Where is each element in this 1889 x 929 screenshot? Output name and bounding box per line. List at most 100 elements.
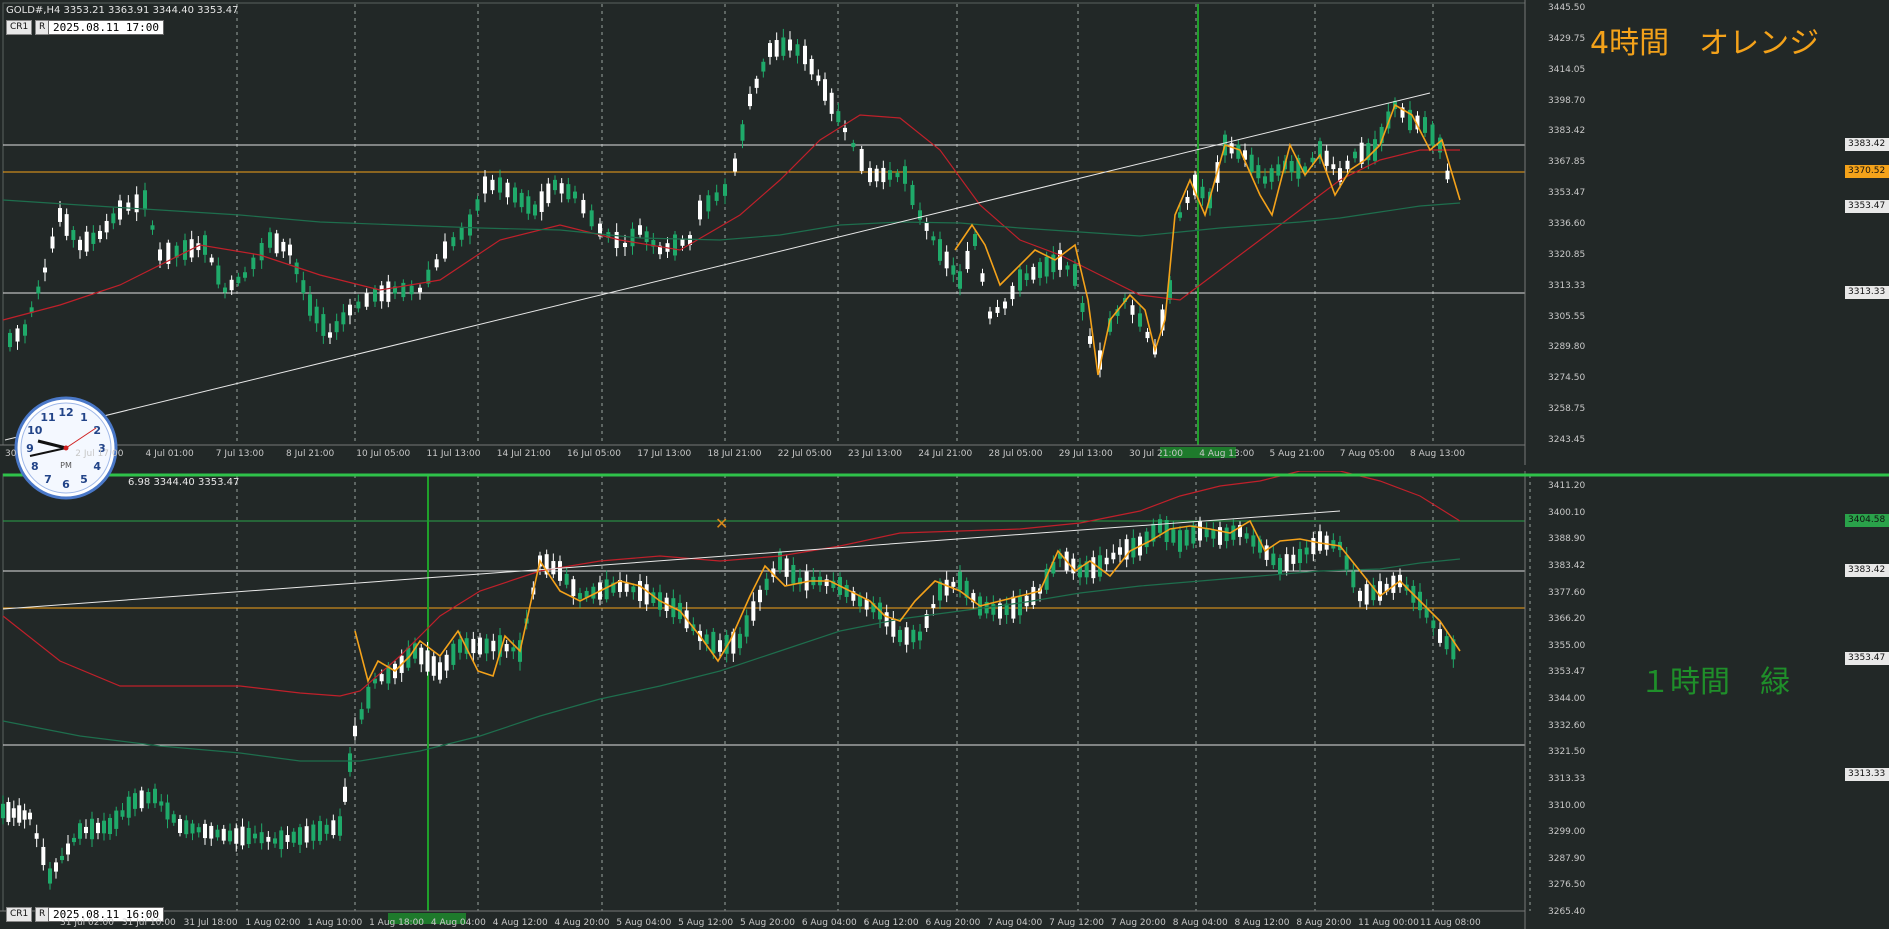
- candle-body: [23, 324, 27, 336]
- candle-body: [98, 230, 102, 240]
- candle-body: [165, 802, 170, 820]
- candle-body: [50, 236, 55, 249]
- candle-body: [478, 637, 482, 655]
- time-tick-label: 10 Jul 05:00: [356, 449, 411, 459]
- time-tick-label: 8 Aug 04:00: [1172, 918, 1228, 928]
- candle-body: [1198, 521, 1202, 541]
- candle-body: [931, 603, 936, 609]
- price-tick-label: 3320.85: [1548, 249, 1586, 260]
- candle-body: [533, 204, 537, 216]
- candle-body: [379, 285, 384, 302]
- candle-body: [1171, 529, 1176, 543]
- price-tick-label: 3367.85: [1548, 157, 1586, 168]
- price-tick-label: 3336.60: [1548, 219, 1586, 229]
- price-tick-label: 3388.90: [1548, 534, 1586, 545]
- candle-body: [291, 831, 296, 843]
- candle-body: [425, 650, 430, 672]
- candle-body: [1058, 250, 1062, 270]
- price-tag-high-1h: 3383.42: [1845, 564, 1889, 577]
- candle-body: [43, 267, 47, 273]
- candle-body: [338, 816, 342, 836]
- candle-body: [146, 792, 151, 804]
- price-tick-label: 3414.05: [1548, 64, 1586, 75]
- candle-body: [251, 257, 256, 270]
- cr1-button-4h[interactable]: CR1: [6, 20, 33, 35]
- candle-body: [788, 39, 792, 51]
- candle-body: [1080, 302, 1085, 313]
- candle-body: [60, 855, 64, 861]
- candle-body: [1024, 273, 1029, 280]
- candle-body: [706, 195, 711, 212]
- candle-body: [84, 826, 88, 834]
- candle-body: [761, 61, 766, 72]
- candle-body: [102, 820, 106, 834]
- candle-body: [1444, 636, 1449, 650]
- candle-body: [924, 222, 929, 231]
- price-tick-label: 3332.60: [1548, 720, 1586, 731]
- candle-body: [751, 601, 756, 621]
- candle-body: [1031, 586, 1036, 606]
- candle-body: [419, 647, 424, 665]
- candle-body: [748, 93, 752, 107]
- candle-body: [526, 196, 531, 214]
- price-tick-label: 3274.50: [1548, 373, 1586, 384]
- candle-body: [1331, 164, 1336, 170]
- candle-body: [809, 58, 814, 75]
- clock-number: 8: [31, 460, 39, 473]
- price-tick-label: 3299.00: [1548, 827, 1586, 838]
- candle-body: [758, 589, 762, 603]
- candle-body: [995, 307, 1000, 313]
- time-tick-label: 17 Jul 13:00: [637, 449, 692, 459]
- candle-body: [498, 177, 502, 193]
- candle-body: [1344, 555, 1349, 570]
- candle-body: [471, 638, 476, 654]
- candle-body: [638, 225, 642, 235]
- time-tick-label: 1 Aug 02:00: [245, 918, 301, 928]
- candle-body: [944, 579, 949, 596]
- candle-body: [324, 824, 329, 834]
- clock-widget[interactable]: 12 1234567891011PM: [14, 396, 118, 500]
- candle-body: [638, 581, 642, 601]
- chart-4h-panel[interactable]: [0, 0, 1889, 465]
- candle-body: [171, 814, 176, 823]
- price-tick-label: 3313.33: [1548, 773, 1586, 784]
- candle-body: [680, 239, 685, 246]
- candle-body: [11, 808, 16, 818]
- candle-body: [784, 558, 789, 577]
- candle-body: [379, 674, 384, 682]
- candle-body: [22, 810, 27, 820]
- time-tick-label: 2 Jul 17:00: [75, 449, 124, 459]
- candle-body: [1445, 170, 1450, 180]
- candle-body: [836, 111, 841, 123]
- candle-body: [311, 824, 316, 841]
- candle-body: [111, 213, 116, 224]
- candle-body: [1251, 535, 1256, 547]
- candle-body: [891, 618, 896, 637]
- time-tick-label: 16 Jul 05:00: [567, 449, 621, 459]
- candle-body: [1065, 265, 1070, 270]
- candle-body: [868, 167, 872, 183]
- candle-body: [1, 803, 5, 819]
- candle-body: [511, 647, 516, 652]
- cr1-button-1h[interactable]: CR1: [6, 907, 33, 922]
- candle-body: [266, 836, 271, 842]
- price-tick-label: 3400.10: [1548, 507, 1586, 518]
- candle-body: [301, 280, 306, 294]
- candle-body: [558, 561, 562, 581]
- candle-body: [1324, 535, 1329, 550]
- symbol-info-1h: 6.98 3344.40 3353.47: [128, 477, 240, 488]
- clock-number: 9: [26, 442, 34, 455]
- candle-body: [1431, 620, 1436, 629]
- candle-body: [1318, 531, 1322, 551]
- candle-body: [740, 124, 745, 141]
- candle-body: [54, 862, 58, 872]
- time-tick-label: 22 Jul 05:00: [777, 449, 832, 459]
- candle-body: [268, 232, 272, 248]
- chart-1h-panel[interactable]: ✕: [0, 471, 1889, 929]
- candle-body: [1304, 547, 1309, 555]
- clock-number: 2: [93, 424, 101, 437]
- candle-body: [951, 581, 956, 587]
- candle-body: [259, 243, 264, 261]
- candle-body: [134, 194, 139, 213]
- candle-body: [519, 192, 524, 208]
